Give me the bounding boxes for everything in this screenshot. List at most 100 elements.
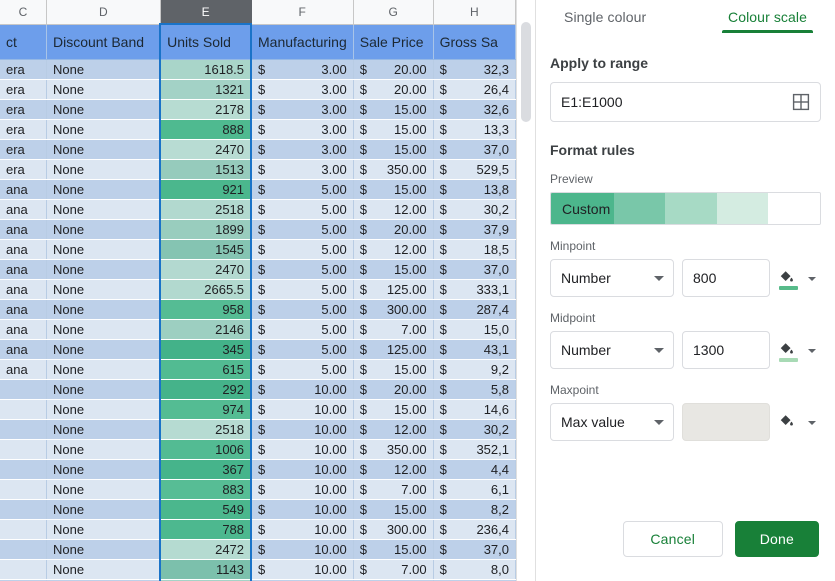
table-row[interactable]: anaNone1545$5.00$12.00$18,5	[0, 239, 516, 259]
colour-scale-preview[interactable]: Custom	[550, 192, 821, 225]
cell-gross-sales[interactable]: $8,0	[433, 559, 515, 579]
cell-gross-sales[interactable]: $236,4	[433, 519, 515, 539]
cell-product[interactable]	[0, 479, 46, 499]
cell-product[interactable]: era	[0, 119, 46, 139]
cell-gross-sales[interactable]: $32,3	[433, 59, 515, 79]
cell-discount-band[interactable]: None	[46, 199, 160, 219]
cell-sale-price[interactable]: $15.00	[353, 359, 433, 379]
cell-gross-sales[interactable]: $529,5	[433, 159, 515, 179]
cell-units-sold[interactable]: 974	[160, 399, 251, 419]
cell-product[interactable]: ana	[0, 239, 46, 259]
cell-sale-price[interactable]: $125.00	[353, 279, 433, 299]
cell-gross-sales[interactable]: $26,4	[433, 79, 515, 99]
maxpoint-colour-picker[interactable]	[778, 403, 818, 441]
cell-manufacturing[interactable]: $10.00	[251, 439, 353, 459]
cell-discount-band[interactable]: None	[46, 319, 160, 339]
cell-product[interactable]: era	[0, 79, 46, 99]
cell-discount-band[interactable]: None	[46, 119, 160, 139]
cell-gross-sales[interactable]: $37,9	[433, 219, 515, 239]
column-header-f[interactable]: F	[251, 0, 353, 24]
cell-sale-price[interactable]: $15.00	[353, 259, 433, 279]
cell-discount-band[interactable]: None	[46, 359, 160, 379]
vertical-scrollbar[interactable]	[516, 0, 534, 581]
cell-gross-sales[interactable]: $30,2	[433, 419, 515, 439]
midpoint-colour-picker[interactable]	[778, 331, 818, 369]
cell-manufacturing[interactable]: $10.00	[251, 399, 353, 419]
cell-gross-sales[interactable]: $37,0	[433, 139, 515, 159]
table-row[interactable]: None292$10.00$20.00$5,8	[0, 379, 516, 399]
cell-discount-band[interactable]: None	[46, 79, 160, 99]
table-row[interactable]: None883$10.00$7.00$6,1	[0, 479, 516, 499]
vertical-scrollbar-thumb[interactable]	[521, 22, 531, 122]
table-row[interactable]: None549$10.00$15.00$8,2	[0, 499, 516, 519]
cell-units-sold[interactable]: 1545	[160, 239, 251, 259]
field-header-sale-price[interactable]: Sale Price	[353, 24, 433, 59]
cell-product[interactable]	[0, 519, 46, 539]
cell-product[interactable]: era	[0, 99, 46, 119]
cell-sale-price[interactable]: $125.00	[353, 339, 433, 359]
cell-sale-price[interactable]: $7.00	[353, 319, 433, 339]
tab-colour-scale[interactable]: Colour scale	[726, 2, 809, 33]
table-row[interactable]: eraNone2178$3.00$15.00$32,6	[0, 99, 516, 119]
cell-discount-band[interactable]: None	[46, 299, 160, 319]
cell-units-sold[interactable]: 2472	[160, 539, 251, 559]
cancel-button[interactable]: Cancel	[623, 521, 723, 557]
cell-manufacturing[interactable]: $3.00	[251, 159, 353, 179]
cell-gross-sales[interactable]: $37,0	[433, 539, 515, 559]
table-row[interactable]: None1143$10.00$7.00$8,0	[0, 559, 516, 579]
cell-sale-price[interactable]: $20.00	[353, 379, 433, 399]
cell-units-sold[interactable]: 345	[160, 339, 251, 359]
cell-gross-sales[interactable]: $8,2	[433, 499, 515, 519]
cell-product[interactable]: era	[0, 159, 46, 179]
cell-gross-sales[interactable]: $32,6	[433, 99, 515, 119]
minpoint-colour-picker[interactable]	[778, 259, 818, 297]
cell-product[interactable]	[0, 459, 46, 479]
cell-sale-price[interactable]: $20.00	[353, 59, 433, 79]
table-row[interactable]: anaNone2518$5.00$12.00$30,2	[0, 199, 516, 219]
cell-manufacturing[interactable]: $10.00	[251, 459, 353, 479]
cell-sale-price[interactable]: $300.00	[353, 519, 433, 539]
cell-manufacturing[interactable]: $5.00	[251, 219, 353, 239]
field-header-product[interactable]: ct	[0, 24, 46, 59]
maxpoint-type-select[interactable]: Max value	[550, 403, 674, 441]
table-row[interactable]: None788$10.00$300.00$236,4	[0, 519, 516, 539]
cell-sale-price[interactable]: $20.00	[353, 219, 433, 239]
cell-product[interactable]: ana	[0, 219, 46, 239]
cell-manufacturing[interactable]: $10.00	[251, 379, 353, 399]
cell-discount-band[interactable]: None	[46, 419, 160, 439]
cell-sale-price[interactable]: $15.00	[353, 539, 433, 559]
cell-sale-price[interactable]: $15.00	[353, 499, 433, 519]
cell-discount-band[interactable]: None	[46, 499, 160, 519]
cell-product[interactable]: ana	[0, 299, 46, 319]
cell-manufacturing[interactable]: $10.00	[251, 519, 353, 539]
cell-sale-price[interactable]: $15.00	[353, 139, 433, 159]
column-header-d[interactable]: D	[46, 0, 160, 24]
cell-units-sold[interactable]: 888	[160, 119, 251, 139]
column-header-e[interactable]: E	[160, 0, 251, 24]
cell-sale-price[interactable]: $350.00	[353, 439, 433, 459]
cell-product[interactable]	[0, 379, 46, 399]
cell-sale-price[interactable]: $15.00	[353, 119, 433, 139]
cell-manufacturing[interactable]: $10.00	[251, 539, 353, 559]
cell-discount-band[interactable]: None	[46, 179, 160, 199]
cell-units-sold[interactable]: 921	[160, 179, 251, 199]
table-row[interactable]: eraNone1321$3.00$20.00$26,4	[0, 79, 516, 99]
table-row[interactable]: anaNone615$5.00$15.00$9,2	[0, 359, 516, 379]
cell-discount-band[interactable]: None	[46, 459, 160, 479]
table-row[interactable]: None2518$10.00$12.00$30,2	[0, 419, 516, 439]
cell-sale-price[interactable]: $7.00	[353, 559, 433, 579]
cell-units-sold[interactable]: 2470	[160, 139, 251, 159]
cell-manufacturing[interactable]: $5.00	[251, 279, 353, 299]
midpoint-type-select[interactable]: Number	[550, 331, 674, 369]
table-row[interactable]: eraNone1618.5$3.00$20.00$32,3	[0, 59, 516, 79]
cell-units-sold[interactable]: 788	[160, 519, 251, 539]
cell-discount-band[interactable]: None	[46, 379, 160, 399]
cell-discount-band[interactable]: None	[46, 519, 160, 539]
cell-gross-sales[interactable]: $43,1	[433, 339, 515, 359]
cell-manufacturing[interactable]: $5.00	[251, 299, 353, 319]
cell-units-sold[interactable]: 549	[160, 499, 251, 519]
table-row[interactable]: anaNone958$5.00$300.00$287,4	[0, 299, 516, 319]
cell-sale-price[interactable]: $12.00	[353, 459, 433, 479]
spreadsheet-grid[interactable]: C D E F G H ct Discount Band Units Sold …	[0, 0, 516, 581]
table-row[interactable]: anaNone2146$5.00$7.00$15,0	[0, 319, 516, 339]
